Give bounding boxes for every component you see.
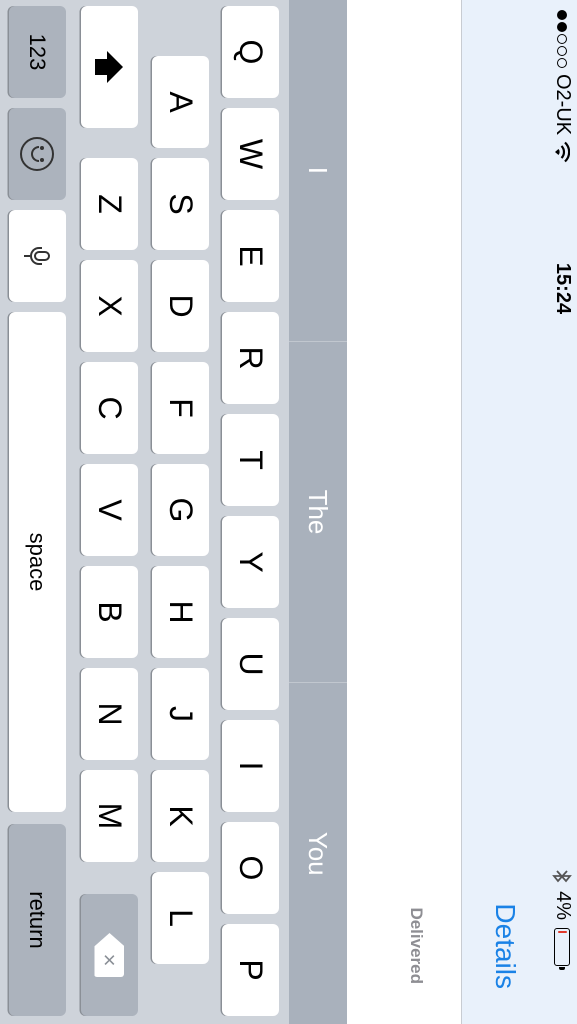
key-o[interactable]: O xyxy=(222,822,279,914)
status-bar: O2-UK 15:24 4% xyxy=(547,0,577,1024)
key-k[interactable]: K xyxy=(152,770,209,862)
key-b[interactable]: B xyxy=(81,566,138,658)
shift-key[interactable] xyxy=(81,6,138,128)
key-v[interactable]: V xyxy=(81,464,138,556)
suggestion-2[interactable]: The xyxy=(289,341,347,684)
shift-arrow-icon xyxy=(107,51,124,83)
key-x[interactable]: X xyxy=(81,260,138,352)
battery-percent: 4% xyxy=(552,891,574,920)
clock: 15:24 xyxy=(552,262,574,315)
key-l[interactable]: L xyxy=(152,872,209,964)
microphone-icon xyxy=(24,246,51,266)
key-s[interactable]: S xyxy=(152,158,209,250)
emoji-key[interactable] xyxy=(9,108,66,200)
key-q[interactable]: Q xyxy=(222,6,279,98)
suggestion-1[interactable]: I xyxy=(289,0,347,342)
backspace-icon: × xyxy=(95,933,125,977)
backspace-key[interactable]: × xyxy=(81,894,138,1016)
details-link[interactable]: Details xyxy=(489,903,521,989)
suggestion-3[interactable]: You xyxy=(289,683,347,1024)
key-n[interactable]: N xyxy=(81,668,138,760)
delivered-status: Delivered xyxy=(407,907,426,984)
key-h[interactable]: H xyxy=(152,566,209,658)
key-g[interactable]: G xyxy=(152,464,209,556)
key-i[interactable]: I xyxy=(222,720,279,812)
key-y[interactable]: Y xyxy=(222,516,279,608)
key-r[interactable]: R xyxy=(222,312,279,404)
space-key[interactable]: space xyxy=(9,312,66,812)
key-w[interactable]: W xyxy=(222,108,279,200)
key-d[interactable]: D xyxy=(152,260,209,352)
dictation-key[interactable] xyxy=(9,210,66,302)
key-e[interactable]: E xyxy=(222,210,279,302)
key-j[interactable]: J xyxy=(152,668,209,760)
key-u[interactable]: U xyxy=(222,618,279,710)
key-a[interactable]: A xyxy=(152,56,209,148)
numbers-key[interactable]: 123 xyxy=(9,6,66,98)
bluetooth-icon xyxy=(552,870,573,883)
battery-icon xyxy=(554,928,571,966)
keyboard: Q W E R T Y U I O P A S D F G H J K L Z … xyxy=(0,0,289,1024)
key-t[interactable]: T xyxy=(222,414,279,506)
predictive-bar: I The You xyxy=(289,0,347,1024)
key-p[interactable]: P xyxy=(222,924,279,1016)
emoji-icon xyxy=(20,137,55,171)
key-c[interactable]: C xyxy=(81,362,138,454)
return-key[interactable]: return xyxy=(9,824,66,1016)
key-m[interactable]: M xyxy=(81,770,138,862)
key-f[interactable]: F xyxy=(152,362,209,454)
key-z[interactable]: Z xyxy=(81,158,138,250)
screen: Details O2-UK 15:24 4% Delivered I The Y… xyxy=(0,0,577,1024)
status-right: 4% xyxy=(551,869,574,966)
